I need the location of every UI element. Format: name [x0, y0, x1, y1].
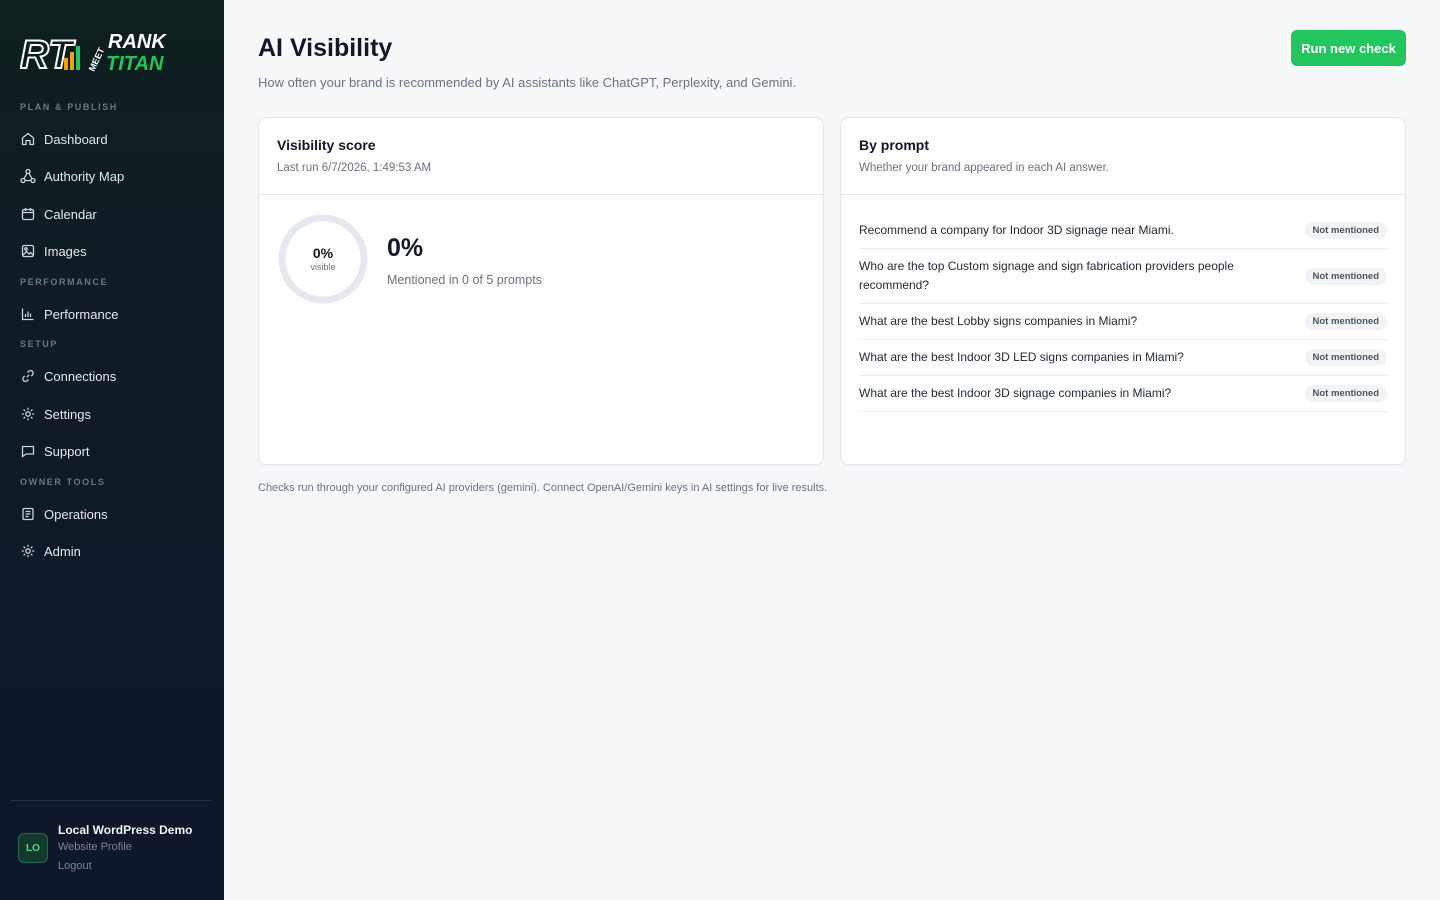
nav-section-setup: SETUP — [20, 339, 59, 349]
svg-text:RANK: RANK — [108, 31, 167, 53]
card-title: Visibility score — [277, 137, 376, 153]
by-prompt-card: By prompt Whether your brand appeared in… — [840, 117, 1406, 465]
sidebar-item-connections[interactable]: Connections — [20, 364, 116, 388]
chat-icon — [21, 445, 35, 458]
last-run-timestamp: Last run 6/7/2026, 1:49:53 AM — [277, 162, 432, 174]
prompt-text: Who are the top Custom signage and sign … — [859, 259, 1234, 292]
providers-footnote: Checks run through your configured AI pr… — [258, 482, 828, 494]
prompt-text: What are the best Indoor 3D LED signs co… — [859, 350, 1184, 364]
sidebar: RT MEET RANK TITAN PLAN & PUBLISH Dashbo… — [0, 0, 224, 900]
status-badge: Not mentioned — [1304, 313, 1387, 330]
svg-text:MEET: MEET — [87, 46, 107, 73]
sidebar-item-admin[interactable]: Admin — [20, 539, 81, 563]
sidebar-item-images[interactable]: Images — [20, 239, 87, 263]
sidebar-item-label: Settings — [44, 406, 91, 422]
bar-chart-icon — [21, 308, 34, 321]
sidebar-item-label: Connections — [44, 368, 117, 384]
sidebar-item-label: Operations — [44, 506, 108, 522]
ring-percentage: 0% — [312, 245, 334, 261]
sidebar-item-label: Support — [44, 443, 90, 459]
profile-block: LO Local WordPress Demo Website Profile … — [18, 822, 192, 876]
sidebar-item-operations[interactable]: Operations — [20, 502, 108, 526]
gear-icon — [21, 544, 35, 558]
status-badge: Not mentioned — [1304, 349, 1387, 366]
ring-label: visible — [310, 262, 336, 272]
image-icon — [21, 244, 35, 258]
sidebar-item-dashboard[interactable]: Dashboard — [20, 127, 108, 151]
mentioned-count: Mentioned in 0 of 5 prompts — [387, 273, 542, 287]
network-icon — [20, 168, 36, 184]
list-item: What are the best Indoor 3D signage comp… — [859, 376, 1387, 412]
profile-name: Local WordPress Demo — [58, 823, 193, 837]
status-badge: Not mentioned — [1304, 267, 1387, 285]
status-badge: Not mentioned — [1304, 385, 1387, 402]
card-header: By prompt Whether your brand appeared in… — [841, 118, 1405, 195]
page-subtitle: How often your brand is recommended by A… — [258, 75, 797, 90]
sidebar-item-settings[interactable]: Settings — [20, 402, 91, 426]
list-item: Recommend a company for Indoor 3D signag… — [859, 213, 1387, 249]
sidebar-item-label: Dashboard — [44, 131, 108, 147]
score-summary: 0% visible 0% Mentioned in 0 of 5 prompt… — [277, 213, 542, 305]
calendar-icon — [21, 208, 35, 221]
svg-text:TITAN: TITAN — [106, 53, 164, 75]
card-header: Visibility score Last run 6/7/2026, 1:49… — [259, 118, 823, 195]
sidebar-item-label: Calendar — [44, 206, 97, 222]
page-title: AI Visibility — [258, 34, 393, 62]
home-icon — [21, 132, 35, 146]
card-subtitle: Whether your brand appeared in each AI a… — [859, 162, 1109, 174]
card-title: By prompt — [859, 137, 929, 153]
sidebar-item-label: Performance — [44, 306, 119, 322]
prompt-text: Recommend a company for Indoor 3D signag… — [859, 223, 1174, 237]
list-item: Who are the top Custom signage and sign … — [859, 249, 1387, 304]
website-profile-link[interactable]: Website Profile — [58, 838, 192, 857]
prompt-list: Recommend a company for Indoor 3D signag… — [859, 213, 1387, 412]
link-icon — [22, 369, 34, 383]
visibility-percentage: 0% — [387, 234, 424, 262]
sidebar-item-label: Admin — [44, 543, 81, 559]
sidebar-item-support[interactable]: Support — [20, 439, 90, 463]
sidebar-item-performance[interactable]: Performance — [20, 302, 118, 326]
list-item: What are the best Indoor 3D LED signs co… — [859, 340, 1387, 376]
sidebar-item-authority-map[interactable]: Authority Map — [20, 164, 124, 188]
logout-link[interactable]: Logout — [58, 857, 192, 876]
sidebar-item-label: Images — [44, 243, 87, 259]
document-icon — [22, 507, 34, 521]
sidebar-divider — [10, 800, 212, 801]
visibility-score-card: Visibility score Last run 6/7/2026, 1:49… — [258, 117, 824, 465]
rank-titan-logo[interactable]: RT MEET RANK TITAN — [20, 28, 200, 76]
sidebar-item-label: Authority Map — [44, 168, 125, 184]
prompt-text: What are the best Indoor 3D signage comp… — [859, 386, 1172, 400]
list-item: What are the best Lobby signs companies … — [859, 304, 1387, 340]
nav-section-owner-tools: OWNER TOOLS — [20, 477, 106, 487]
run-new-check-button[interactable]: Run new check — [1291, 30, 1406, 66]
sidebar-item-calendar[interactable]: Calendar — [20, 202, 97, 226]
avatar[interactable]: LO — [18, 833, 48, 863]
nav-section-performance: PERFORMANCE — [20, 277, 109, 287]
prompt-text: What are the best Lobby signs companies … — [859, 314, 1138, 328]
status-badge: Not mentioned — [1304, 222, 1387, 239]
visibility-ring: 0% visible — [277, 213, 369, 305]
gear-icon — [21, 407, 35, 421]
nav-section-plan-publish: PLAN & PUBLISH — [20, 102, 118, 112]
